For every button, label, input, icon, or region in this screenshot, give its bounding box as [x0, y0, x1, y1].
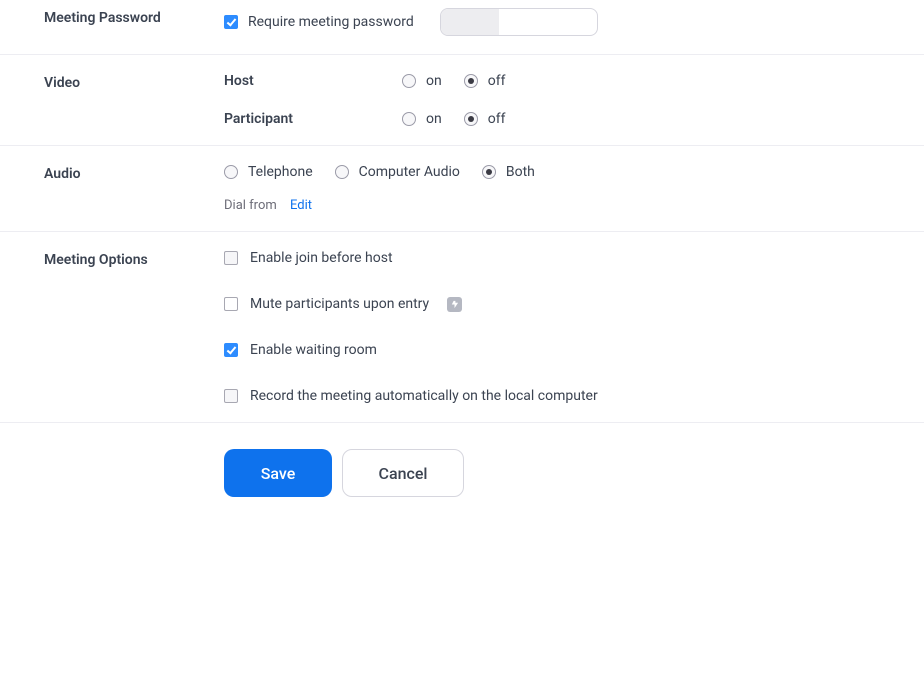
label-meeting-password: Meeting Password [44, 8, 224, 36]
label-mute-on-entry: Mute participants upon entry [250, 296, 429, 312]
radio-participant-on[interactable] [402, 112, 416, 126]
label-record-auto: Record the meeting automatically on the … [250, 388, 598, 404]
label-require-password: Require meeting password [248, 14, 414, 30]
label-host-on: on [426, 73, 442, 89]
label-audio-both: Both [506, 164, 535, 180]
label-waiting-room: Enable waiting room [250, 342, 377, 358]
radio-audio-both[interactable] [482, 165, 496, 179]
info-icon[interactable] [447, 297, 462, 312]
save-button[interactable]: Save [224, 449, 332, 497]
radio-audio-telephone[interactable] [224, 165, 238, 179]
label-participant: Participant [224, 111, 402, 127]
checkbox-require-password[interactable] [224, 15, 238, 29]
checkbox-waiting-room[interactable] [224, 343, 238, 357]
checkbox-join-before-host[interactable] [224, 251, 238, 265]
checkbox-mute-on-entry[interactable] [224, 297, 238, 311]
label-dial-from: Dial from [224, 198, 277, 213]
radio-host-on[interactable] [402, 74, 416, 88]
section-audio: Audio Telephone Computer Audio Both Dial… [0, 146, 924, 232]
section-video: Video Host on off Participant on [0, 55, 924, 146]
radio-participant-off[interactable] [464, 112, 478, 126]
label-audio-telephone: Telephone [248, 164, 313, 180]
footer-actions: Save Cancel [0, 423, 924, 523]
input-meeting-password[interactable] [440, 8, 598, 36]
label-participant-off: off [488, 111, 506, 127]
label-audio: Audio [44, 164, 224, 213]
radio-host-off[interactable] [464, 74, 478, 88]
radio-audio-computer[interactable] [335, 165, 349, 179]
section-meeting-password: Meeting Password Require meeting passwor… [0, 0, 924, 55]
section-meeting-options: Meeting Options Enable join before host … [0, 232, 924, 422]
label-audio-computer: Computer Audio [359, 164, 460, 180]
link-edit-dial[interactable]: Edit [290, 198, 312, 213]
label-join-before-host: Enable join before host [250, 250, 393, 266]
label-video: Video [44, 73, 224, 127]
label-host: Host [224, 73, 402, 89]
label-host-off: off [488, 73, 506, 89]
label-meeting-options: Meeting Options [44, 250, 224, 404]
label-participant-on: on [426, 111, 442, 127]
cancel-button[interactable]: Cancel [342, 449, 464, 497]
checkbox-record-auto[interactable] [224, 389, 238, 403]
